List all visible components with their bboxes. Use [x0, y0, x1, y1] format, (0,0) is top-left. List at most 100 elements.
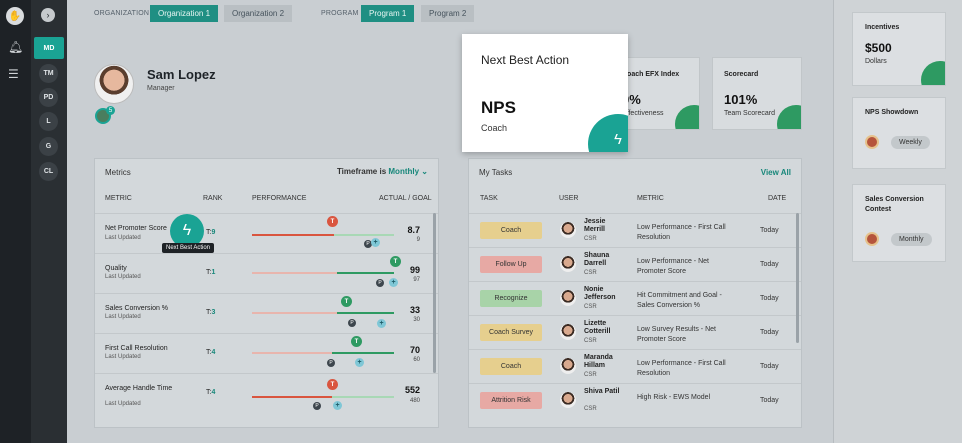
user-role: CSR [584, 338, 597, 344]
peer-marker: P [327, 359, 335, 367]
task-pill[interactable]: Attrition Risk [480, 392, 542, 409]
task-row[interactable]: Attrition Risk Shiva Patil CSR High Risk… [469, 383, 801, 417]
nba-metric: NPS [481, 98, 516, 117]
nps-showdown-title: NPS Showdown [865, 109, 919, 116]
target-marker: T [351, 336, 362, 347]
col-actual-goal: ACTUAL / GOAL [379, 195, 432, 202]
nba-corner-accent [588, 114, 628, 152]
metric-goal: 9 [416, 237, 420, 243]
next-best-action-card[interactable]: Next Best Action NPS Coach ϟ [462, 34, 628, 152]
view-all-link[interactable]: View All [761, 168, 791, 177]
rail-item-cl[interactable]: CL [39, 162, 58, 181]
nps-showdown-card[interactable]: NPS Showdown Weekly [852, 97, 946, 169]
plus-icon[interactable]: + [371, 238, 380, 247]
peer-marker: P [376, 279, 384, 287]
plus-icon[interactable]: + [333, 401, 342, 410]
goal-bar [334, 234, 394, 236]
plus-icon[interactable]: + [355, 358, 364, 367]
tasks-scrollbar[interactable] [796, 213, 799, 343]
metric-row[interactable]: Net Promoter Score Last Updated T:9 T P … [95, 213, 438, 253]
peer-marker: P [348, 319, 356, 327]
last-updated: Last Updated [105, 401, 141, 407]
col-rank: RANK [203, 195, 223, 202]
rail-item-md[interactable]: MD [34, 37, 64, 59]
last-updated: Last Updated [105, 314, 141, 320]
rail-item-l[interactable]: L [39, 112, 58, 131]
target-marker: T [390, 256, 401, 267]
task-metric: Low Performance - Net Promoter Score [637, 258, 709, 275]
user-avatar [560, 222, 576, 238]
period-pill[interactable]: Weekly [891, 136, 930, 149]
metric-row[interactable]: Sales Conversion % Last Updated T:3 T P … [95, 293, 438, 333]
metric-row[interactable]: Average Handle Time Last Updated T:4 T P… [95, 373, 438, 413]
timeframe-label: Timeframe is [336, 167, 387, 176]
incentives-card[interactable]: Incentives $500 Dollars [852, 12, 946, 86]
tab-organization-1[interactable]: Organization 1 [150, 5, 219, 22]
sales-contest-title: Sales Conversion Contest [865, 196, 924, 213]
metric-row[interactable]: First Call Resolution Last Updated T:4 T… [95, 333, 438, 373]
user-avatar [560, 324, 576, 340]
metric-rank: T:9 [206, 229, 216, 236]
task-pill[interactable]: Recognize [480, 290, 542, 307]
user-name: Jessie Merrill [584, 218, 606, 233]
nba-action: Coach [481, 123, 508, 133]
task-metric: High Risk - EWS Model [637, 394, 711, 401]
metric-name: Average Handle Time [105, 385, 173, 392]
task-row[interactable]: Coach Survey Lizette Cotterill CSR Low S… [469, 315, 801, 349]
card-title: Scorecard [724, 71, 759, 78]
user-avatar [560, 256, 576, 272]
timeframe-selector[interactable]: Timeframe is Monthly ⌄ [337, 167, 428, 176]
plus-icon[interactable]: + [389, 278, 398, 287]
rail-item-pd[interactable]: PD [39, 88, 58, 107]
rail-item-g[interactable]: G [39, 137, 58, 156]
user-role: CSR [584, 372, 597, 378]
collapse-icon[interactable]: › [41, 8, 55, 22]
app-logo[interactable]: ✋ [6, 7, 24, 25]
col-task: TASK [480, 195, 498, 202]
metric-row[interactable]: Quality Last Updated T:1 T P + 99 97 [95, 253, 438, 293]
card-corner-accent [921, 61, 945, 85]
user-role: CSR [584, 304, 597, 310]
task-pill[interactable]: Coach [480, 358, 542, 375]
task-metric: Low Performance - First Call Resolution [637, 224, 726, 241]
incentives-title: Incentives [865, 24, 900, 31]
task-date: Today [760, 261, 779, 268]
user-role: CSR [584, 236, 597, 242]
col-performance: PERFORMANCE [252, 195, 307, 202]
user-role: CSR [584, 406, 597, 412]
user-avatar [560, 392, 576, 408]
rail-item-tm[interactable]: TM [39, 64, 58, 83]
last-updated: Last Updated [105, 274, 141, 280]
task-pill[interactable]: Follow Up [480, 256, 542, 273]
task-row[interactable]: Coach Maranda Hillam CSR Low Performance… [469, 349, 801, 383]
task-date: Today [760, 329, 779, 336]
period-pill[interactable]: Monthly [891, 233, 932, 246]
user-name: Shiva Patil [584, 388, 620, 395]
scorecard-card[interactable]: Scorecard 101% Team Scorecard [712, 57, 802, 130]
card-value: 101% [724, 92, 758, 107]
tab-organization-2[interactable]: Organization 2 [224, 5, 293, 22]
task-row[interactable]: Follow Up Shauna Darrell CSR Low Perform… [469, 247, 801, 281]
sales-contest-card[interactable]: Sales Conversion Contest Monthly [852, 184, 946, 262]
task-row[interactable]: Recognize Nonie Jefferson CSR Hit Commit… [469, 281, 801, 315]
user-role: CSR [584, 270, 597, 276]
user-avatar [560, 290, 576, 306]
metrics-scrollbar[interactable] [433, 213, 436, 373]
tab-program-1[interactable]: Program 1 [361, 5, 415, 22]
tab-program-2[interactable]: Program 2 [421, 5, 475, 22]
card-corner-accent [675, 105, 699, 129]
lightning-icon[interactable]: ϟ [614, 131, 622, 148]
goal-bar [332, 396, 394, 398]
organization-label: ORGANIZATION [94, 10, 150, 17]
goal-bar [332, 352, 394, 354]
task-pill[interactable]: Coach Survey [480, 324, 542, 341]
menu-icon[interactable]: ☰ [8, 67, 19, 81]
task-pill[interactable]: Coach [480, 222, 542, 239]
medal-icon [865, 232, 879, 246]
avatar [94, 64, 134, 104]
metric-rank: T:4 [206, 349, 216, 356]
bell-icon[interactable]: 🔔︎ [8, 40, 23, 54]
plus-icon[interactable]: + [377, 319, 386, 328]
task-row[interactable]: Coach Jessie Merrill CSR Low Performance… [469, 213, 801, 247]
metric-goal: 30 [413, 317, 420, 323]
